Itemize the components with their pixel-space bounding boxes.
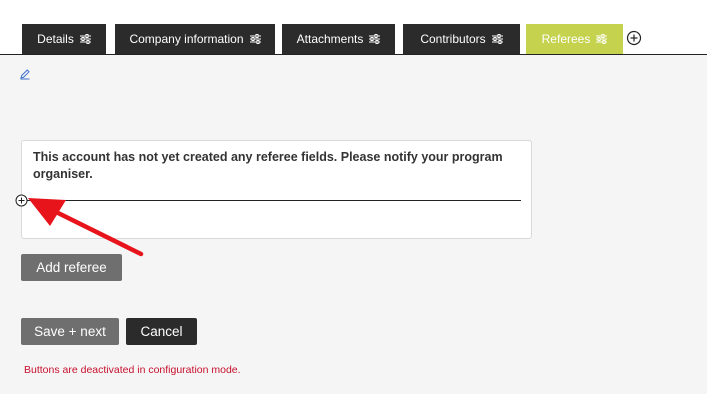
cancel-button[interactable]: Cancel (126, 318, 197, 345)
tab-details-label: Details (37, 32, 74, 46)
tab-attachments-label: Attachments (296, 32, 364, 46)
red-arrow-icon (28, 196, 148, 258)
tab-referees[interactable]: Referees (526, 24, 623, 54)
pencil-icon[interactable] (19, 67, 31, 80)
configuration-mode-warning: Buttons are deactivated in configuration… (24, 364, 241, 376)
plus-circle-icon[interactable] (15, 194, 28, 207)
sliders-icon (491, 34, 503, 44)
referee-notice-text: This account has not yet created any ref… (33, 150, 503, 181)
sliders-icon (369, 34, 381, 44)
tab-company-information-label: Company information (129, 32, 244, 46)
add-referee-button[interactable]: Add referee (21, 254, 122, 281)
tab-contributors-label: Contributors (420, 32, 486, 46)
tab-attachments[interactable]: Attachments (282, 24, 395, 54)
sliders-icon (249, 34, 261, 44)
tab-bar: Details Company information Attachments … (0, 0, 707, 55)
add-tab-plus-circle-icon[interactable] (626, 30, 642, 46)
tab-details[interactable]: Details (22, 24, 106, 54)
save-next-button[interactable]: Save + next (21, 318, 119, 345)
tab-referees-label: Referees (541, 32, 591, 46)
tab-company-information[interactable]: Company information (115, 24, 275, 54)
tab-contributors[interactable]: Contributors (403, 24, 520, 54)
sliders-icon (79, 34, 91, 44)
sliders-icon (596, 34, 608, 44)
